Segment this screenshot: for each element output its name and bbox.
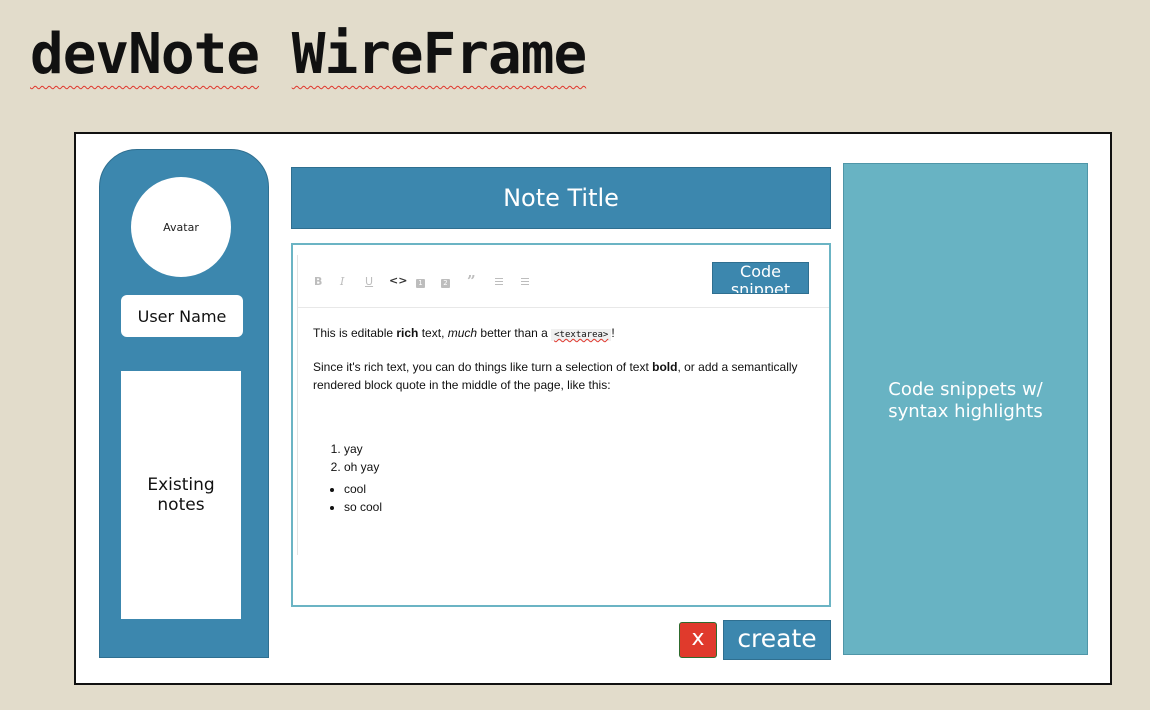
editor-content[interactable]: This is editable rich text, much better …	[313, 324, 815, 516]
editor-toolbar: B I U <> 1 2 ” Code snippet	[298, 255, 829, 308]
bulleted-list-icon[interactable]	[517, 276, 529, 287]
avatar[interactable]: Avatar	[131, 177, 231, 277]
page-title: devNote WireFrame	[30, 22, 587, 87]
existing-notes-list[interactable]: Existing notes	[121, 371, 241, 619]
ordered-list: yay oh yay	[313, 440, 815, 476]
code-snippets-panel: Code snippets w/ syntax highlights	[843, 163, 1088, 655]
code-snippets-label: Code snippets w/ syntax highlights	[888, 379, 1043, 422]
wireframe-frame: Avatar User Name Existing notes Note Tit…	[74, 132, 1112, 685]
code-snippet-button[interactable]: Code snippet	[712, 262, 809, 294]
list-item: oh yay	[344, 458, 815, 476]
page-title-part-1: devNote	[30, 22, 260, 87]
paragraph-2: Since it's rich text, you can do things …	[313, 360, 798, 392]
user-name[interactable]: User Name	[121, 295, 243, 337]
list-item: so cool	[344, 498, 815, 516]
bold-icon[interactable]: B	[314, 275, 322, 288]
inline-code: <textarea>	[551, 329, 612, 341]
avatar-label: Avatar	[163, 220, 199, 234]
code-icon[interactable]: <>	[389, 274, 407, 287]
list-item: yay	[344, 440, 815, 458]
italic-icon[interactable]: I	[340, 275, 344, 288]
cancel-button[interactable]: x	[679, 622, 717, 658]
rich-text-editor[interactable]: B I U <> 1 2 ” Code snippet This is edit…	[291, 243, 831, 607]
numbered-list-icon[interactable]	[491, 276, 503, 287]
heading-1-icon[interactable]: 1	[416, 275, 425, 288]
heading-2-icon[interactable]: 2	[441, 275, 450, 288]
note-title-label: Note Title	[503, 184, 619, 212]
sidebar: Avatar User Name Existing notes	[99, 149, 269, 658]
page-title-part-2: WireFrame	[291, 22, 587, 87]
user-name-label: User Name	[137, 306, 227, 326]
bulleted-list: cool so cool	[313, 480, 815, 516]
editor-body: B I U <> 1 2 ” Code snippet This is edit…	[297, 255, 829, 555]
underline-icon[interactable]: U	[365, 275, 373, 288]
paragraph-1: This is editable rich text, much better …	[313, 326, 615, 341]
note-title-input[interactable]: Note Title	[291, 167, 831, 229]
list-item: cool	[344, 480, 815, 498]
quote-icon[interactable]: ”	[467, 272, 476, 290]
create-button[interactable]: create	[723, 620, 831, 660]
existing-notes-label: Existing notes	[147, 475, 215, 515]
